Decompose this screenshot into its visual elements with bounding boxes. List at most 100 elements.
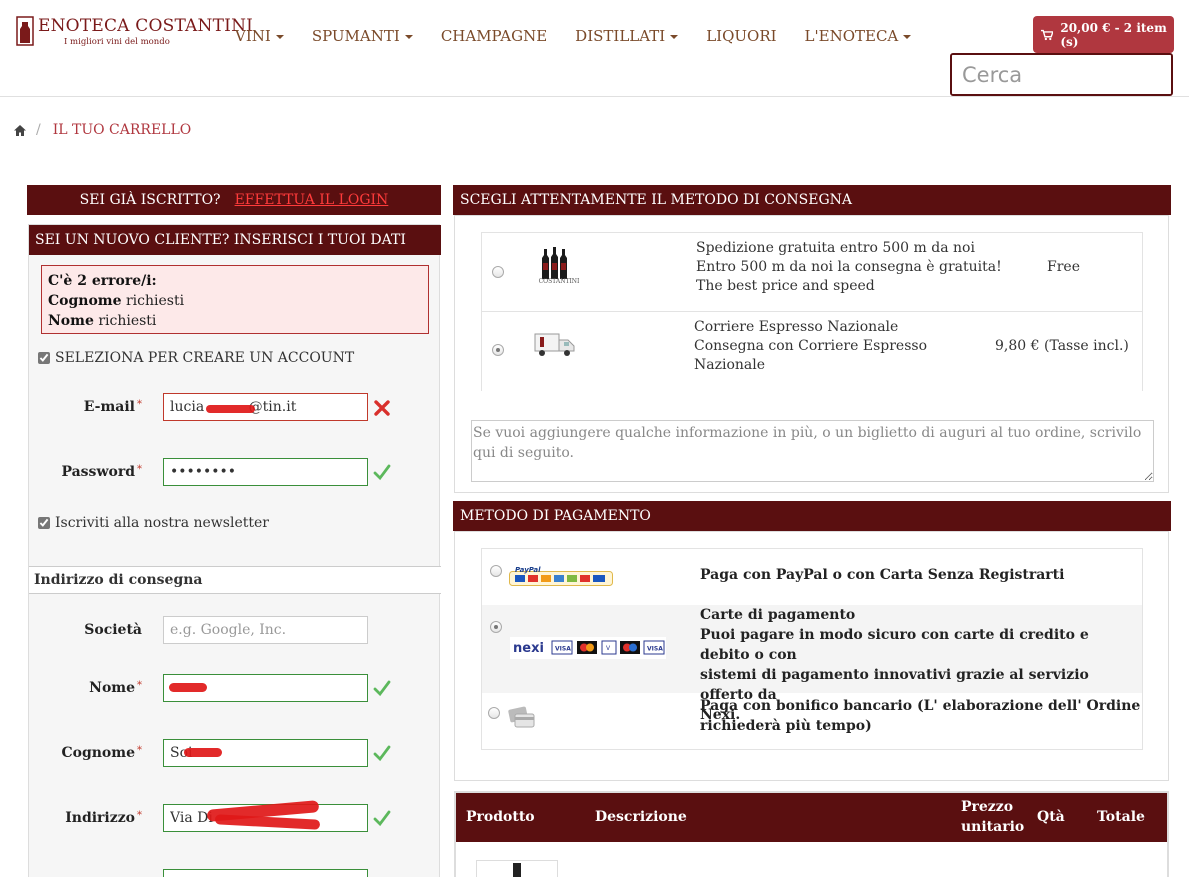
payment-option-label: Paga con PayPal o con Carta Senza Regist… bbox=[700, 567, 1065, 583]
email-field[interactable] bbox=[163, 393, 368, 421]
products-table: Prodotto Descrizione Prezzo unitario Qtà… bbox=[454, 791, 1169, 877]
breadcrumb-separator: / bbox=[36, 122, 41, 138]
redaction-scribble bbox=[206, 405, 255, 413]
payment-header: METODO DI PAGAMENTO bbox=[453, 501, 1171, 531]
valid-check-icon bbox=[373, 745, 391, 762]
payment-radio[interactable] bbox=[490, 565, 502, 577]
payment-option-label: Paga con bonifico bancario (L' elaborazi… bbox=[700, 698, 1141, 734]
nexi-cards-icon: nexi VISA V VISA bbox=[510, 637, 666, 659]
payment-option-cards[interactable]: nexi VISA V VISA Carte di pagamento Puoi… bbox=[481, 605, 1143, 723]
login-link[interactable]: EFFETTUA IL LOGIN bbox=[235, 192, 389, 208]
login-bar: SEI GIÀ ISCRITTO? EFFETTUA IL LOGIN bbox=[27, 185, 441, 215]
payment-radio[interactable] bbox=[488, 707, 500, 719]
shopping-cart-icon bbox=[1041, 29, 1054, 40]
nav-label: VINI bbox=[235, 27, 271, 45]
error-item: Cognome richiesti bbox=[48, 293, 185, 309]
svg-text:PayPal: PayPal bbox=[515, 566, 541, 574]
redaction-scribble bbox=[169, 683, 207, 692]
nav-label: SPUMANTI bbox=[311, 27, 400, 45]
site-logo[interactable]: ENOTECA COSTANTINI I migliori vini del m… bbox=[14, 14, 253, 52]
nav-label: CHAMPAGNE bbox=[440, 27, 548, 45]
create-account-checkbox[interactable] bbox=[38, 352, 50, 364]
valid-check-icon bbox=[373, 680, 391, 697]
svg-text:VISA: VISA bbox=[555, 646, 571, 653]
next-address-field[interactable] bbox=[163, 869, 368, 877]
breadcrumb-current: IL TUO CARRELLO bbox=[52, 122, 192, 138]
caret-down-icon bbox=[275, 35, 284, 39]
breadcrumb: / IL TUO CARRELLO bbox=[14, 122, 191, 138]
new-customer-panel: SEI UN NUOVO CLIENTE? INSERISCI I TUOI D… bbox=[28, 224, 441, 877]
payment-radio[interactable] bbox=[490, 621, 502, 633]
company-label: Società bbox=[84, 622, 142, 638]
column-header-unit-price-line2: unitario bbox=[961, 819, 1025, 835]
wine-bottle-icon bbox=[513, 863, 521, 877]
address-label: Indirizzo * bbox=[65, 810, 142, 826]
create-account-label: SELEZIONA PER CREARE UN ACCOUNT bbox=[55, 350, 355, 366]
delivery-option-courier[interactable]: Corriere Espresso Nazionale Consegna con… bbox=[481, 311, 1143, 391]
column-header-quantity: Qtà bbox=[1037, 809, 1065, 825]
products-table-header: Prodotto Descrizione Prezzo unitario Qtà… bbox=[456, 793, 1167, 842]
newsletter-checkbox-row[interactable]: Iscriviti alla nostra newsletter bbox=[38, 515, 269, 531]
error-item: Nome richiesti bbox=[48, 313, 157, 329]
nav-item-champagne[interactable]: CHAMPAGNE bbox=[427, 24, 561, 48]
delivery-panel: COSTANTINI Spedizione gratuita entro 500… bbox=[454, 215, 1169, 493]
surname-label: Cognome * bbox=[61, 745, 142, 761]
main-nav: VINI SPUMANTI CHAMPAGNE DISTILLATI LIQUO… bbox=[221, 24, 925, 48]
delivery-option-pickup[interactable]: COSTANTINI Spedizione gratuita entro 500… bbox=[481, 232, 1143, 312]
error-box: C'è 2 errore/i: Cognome richiesti Nome r… bbox=[41, 265, 429, 334]
login-question: SEI GIÀ ISCRITTO? bbox=[79, 192, 221, 208]
delivery-truck-icon bbox=[534, 333, 575, 356]
svg-text:VISA: VISA bbox=[647, 646, 663, 653]
column-header-product: Prodotto bbox=[466, 809, 535, 825]
delivery-radio[interactable] bbox=[492, 266, 504, 278]
password-field[interactable] bbox=[163, 458, 368, 486]
nav-item-spumanti[interactable]: SPUMANTI bbox=[298, 24, 427, 48]
search-input[interactable] bbox=[952, 55, 1171, 94]
column-header-total: Totale bbox=[1097, 809, 1145, 825]
delivery-option-description: Spedizione gratuita entro 500 m da noi E… bbox=[696, 240, 1002, 294]
logo-subtitle: I migliori vini del mondo bbox=[64, 37, 170, 47]
product-thumbnail[interactable] bbox=[476, 860, 558, 877]
cart-summary: 20,00 € - 2 item (s) bbox=[1060, 20, 1167, 49]
error-title: C'è 2 errore/i: bbox=[48, 273, 157, 289]
caret-down-icon bbox=[404, 35, 413, 39]
delivery-option-price: 9,80 € (Tasse incl.) bbox=[995, 338, 1129, 354]
bank-card-icon bbox=[508, 706, 535, 728]
redaction-scribble bbox=[184, 748, 222, 757]
column-header-description: Descrizione bbox=[595, 809, 687, 825]
nav-label: LIQUORI bbox=[706, 27, 777, 45]
cart-button[interactable]: 20,00 € - 2 item (s) bbox=[1033, 16, 1174, 53]
delivery-option-price: Free bbox=[1047, 259, 1080, 275]
new-customer-title: SEI UN NUOVO CLIENTE? INSERISCI I TUOI D… bbox=[29, 225, 441, 255]
create-account-checkbox-row[interactable]: SELEZIONA PER CREARE UN ACCOUNT bbox=[38, 350, 354, 366]
error-cross-icon bbox=[374, 400, 390, 416]
delivery-header: SCEGLI ATTENTAMENTE IL METODO DI CONSEGN… bbox=[453, 185, 1171, 215]
company-field[interactable] bbox=[163, 616, 368, 644]
column-header-unit-price: Prezzo bbox=[961, 799, 1014, 815]
payment-panel: PayPal Paga con PayPal o con Carta Senza… bbox=[454, 531, 1169, 781]
costantini-logo-text: COSTANTINI bbox=[538, 278, 580, 285]
nav-item-liquori[interactable]: LIQUORI bbox=[692, 24, 790, 48]
paypal-icon: PayPal bbox=[509, 566, 613, 586]
order-notes-textarea[interactable] bbox=[471, 420, 1154, 482]
valid-check-icon bbox=[373, 810, 391, 827]
password-label: Password * bbox=[61, 464, 142, 480]
search-box bbox=[950, 53, 1173, 96]
email-label: E-mail * bbox=[83, 399, 142, 415]
logo-bottle-icon bbox=[16, 16, 34, 46]
nav-item-vini[interactable]: VINI bbox=[221, 24, 298, 48]
delivery-option-description: Corriere Espresso Nazionale Consegna con… bbox=[694, 319, 927, 373]
svg-text:nexi: nexi bbox=[513, 641, 544, 656]
delivery-radio[interactable] bbox=[492, 344, 504, 356]
delivery-address-heading: Indirizzo di consegna bbox=[29, 566, 441, 594]
newsletter-checkbox[interactable] bbox=[38, 517, 50, 529]
valid-check-icon bbox=[373, 464, 391, 481]
nav-item-enoteca[interactable]: L'ENOTECA bbox=[791, 24, 926, 48]
payment-option-paypal[interactable]: PayPal Paga con PayPal o con Carta Senza… bbox=[481, 548, 1143, 606]
nav-item-distillati[interactable]: DISTILLATI bbox=[561, 24, 692, 48]
site-header: ENOTECA COSTANTINI I migliori vini del m… bbox=[0, 0, 1189, 97]
nav-label: L'ENOTECA bbox=[804, 27, 899, 45]
newsletter-label: Iscriviti alla nostra newsletter bbox=[55, 515, 269, 531]
payment-option-bank-transfer[interactable]: Paga con bonifico bancario (L' elaborazi… bbox=[481, 692, 1143, 750]
home-icon[interactable] bbox=[14, 124, 26, 136]
